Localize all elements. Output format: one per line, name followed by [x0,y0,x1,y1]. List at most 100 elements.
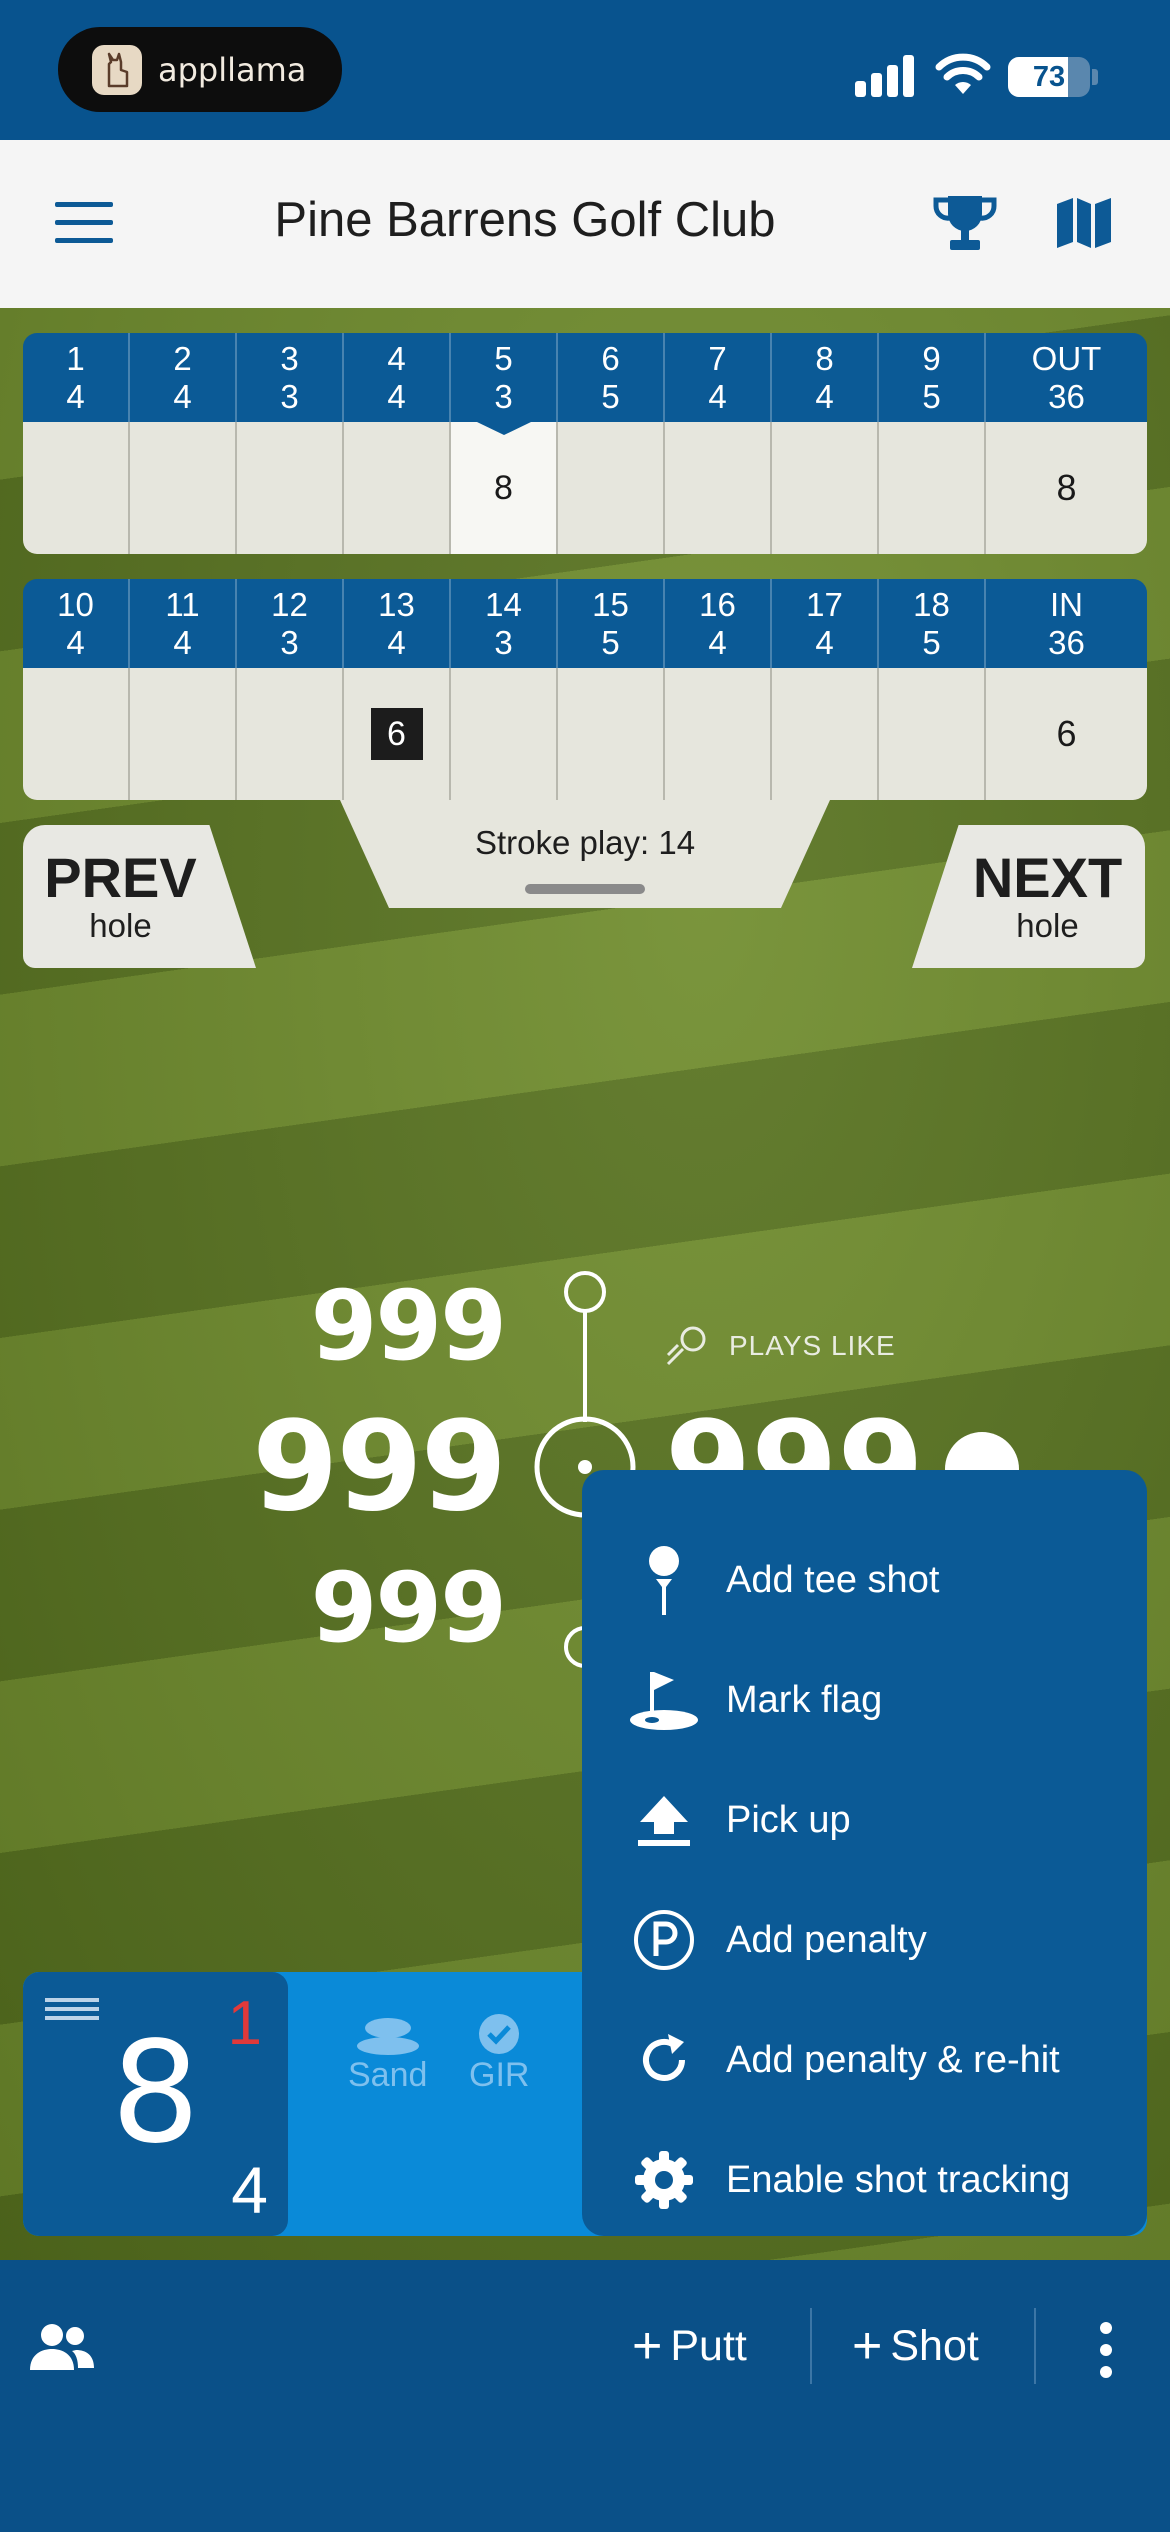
hole-score-cell[interactable] [772,668,879,800]
add-putt-button[interactable]: + Putt [632,2316,747,2376]
sand-label: Sand [348,2056,428,2094]
hole-score-cell[interactable] [23,668,130,800]
menu-item-add-penalty-rehit[interactable]: Add penalty & re-hit [582,2000,1147,2120]
hole-header[interactable]: 33 [237,333,344,422]
scorecard-back-nine: 10 4 11 4 12 3 13 4 14 3 15 5 16 4 17 4 18 5 IN 36… [23,579,1147,800]
hole-header[interactable]: 17 4 [772,579,879,668]
stroke-play-total: Stroke play: 14 [474,824,696,861]
shot-options-menu: Add tee shot Mark flag Pick up Add penal… [582,1470,1147,2236]
rehit-icon [628,2024,700,2096]
hole-score-cell[interactable] [344,422,451,554]
plays-like-indicator: PLAYS LIKE [665,1325,896,1367]
next-label: NEXT [972,845,1123,909]
gir-label: GIR [469,2056,530,2094]
wifi-icon [935,53,991,94]
tee-icon [628,1544,700,1616]
menu-item-mark-flag[interactable]: Mark flag [582,1640,1147,1760]
hole-score-cell[interactable] [772,422,879,554]
hole-header[interactable]: 65 [558,333,665,422]
hole-header[interactable]: 14 3 [451,579,558,668]
hole-header[interactable]: 12 3 [237,579,344,668]
hole-score-cell[interactable] [879,668,986,800]
status-bar: appllama 73 [0,0,1170,140]
out-total-score: 8 [1056,467,1077,508]
hole-score-cell[interactable] [665,668,772,800]
app-name: appllama [158,50,307,89]
gear-icon [628,2144,700,2216]
hole-header[interactable]: 14 [23,333,130,422]
shot-label: Shot [890,2321,979,2370]
current-hole-score-cell[interactable]: 8 [451,422,558,554]
pick-up-icon [628,1784,700,1856]
more-options-icon[interactable] [1100,2322,1116,2388]
add-shot-button[interactable]: + Shot [852,2316,979,2376]
hole-score-summary[interactable]: 1 8 4 [23,1972,288,2236]
hole-score-cell[interactable] [237,422,344,554]
menu-label: Pick up [726,1798,851,1841]
gir-toggle[interactable]: GIR [469,2012,529,2095]
hole-header[interactable]: 11 4 [130,579,237,668]
hole-score-cell[interactable]: 6 [344,668,451,800]
players-icon[interactable] [28,2322,96,2372]
distance-middle: 999 [252,1395,507,1539]
menu-label: Mark flag [726,1678,883,1721]
trophy-icon[interactable] [932,194,998,252]
hole-score-cell[interactable] [665,422,772,554]
sand-bunker-icon [356,2018,419,2055]
menu-item-pick-up[interactable]: Pick up [582,1760,1147,1880]
hole-header[interactable]: 95 [879,333,986,422]
distance-front: 999 [310,1552,507,1664]
flag-icon [628,1664,700,1736]
menu-label: Add tee shot [726,1558,940,1601]
hole-header[interactable]: 16 4 [665,579,772,668]
penalty-icon [628,1904,700,1976]
divider [1034,2308,1036,2384]
battery-percent: 73 [1032,60,1066,93]
hole-header[interactable]: 53 [451,333,558,422]
sand-toggle[interactable]: Sand [348,2012,427,2095]
hole-header[interactable]: 15 5 [558,579,665,668]
hole-header[interactable]: 74 [665,333,772,422]
hole-header[interactable]: 10 4 [23,579,130,668]
battery-tip [1092,69,1098,85]
prev-sublabel: hole [89,906,152,944]
menu-item-add-penalty[interactable]: Add penalty [582,1880,1147,2000]
course-title: Pine Barrens Golf Club [274,193,776,247]
divider [810,2308,812,2384]
hole-header[interactable]: 18 5 [879,579,986,668]
bottom-action-bar: + Putt + Shot [0,2260,1170,2532]
hole-score-cell[interactable] [237,668,344,800]
course-map-icon[interactable] [1055,196,1113,250]
prev-label: PREV [44,845,197,909]
putt-label: Putt [670,2321,747,2370]
drag-handle[interactable] [525,884,645,894]
in-total-header: IN 36 [1048,585,1085,661]
scorecard-front-nine: 14 24 33 44 53 65 74 84 95 OUT 36 8 8 [23,333,1147,554]
hole-header[interactable]: 44 [344,333,451,422]
hole-score-cell[interactable] [558,668,665,800]
hole-score-cell[interactable] [879,422,986,554]
menu-item-add-tee-shot[interactable]: Add tee shot [582,1520,1147,1640]
hole-score-cell[interactable] [558,422,665,554]
hole-score-cell[interactable] [130,422,237,554]
stroke-play-tab[interactable]: Stroke play: 14 [340,800,830,908]
hole-header[interactable]: 84 [772,333,879,422]
llama-logo-icon [92,44,142,95]
hole-score-cell[interactable] [23,422,130,554]
cellular-signal-icon [855,55,915,97]
battery-icon: 73 [1008,57,1090,97]
hole-score-cell[interactable] [451,668,558,800]
hole-par: 4 [231,2153,268,2227]
golf-ball-motion-icon [666,1326,706,1366]
app-header: Pine Barrens Golf Club [0,140,1170,308]
plays-like-label: PLAYS LIKE [729,1330,896,1361]
out-total-header: OUT 36 [1031,339,1102,415]
hole-header[interactable]: 24 [130,333,237,422]
menu-label: Add penalty & re-hit [726,2038,1060,2081]
hole-score-cell[interactable] [130,668,237,800]
app-indicator-pill[interactable]: appllama [58,27,342,112]
hole-strokes: 8 [110,2012,201,2175]
hole-header[interactable]: 13 4 [344,579,451,668]
double-bogey-score-box: 6 [370,708,423,760]
menu-item-enable-shot-tracking[interactable]: Enable shot tracking [582,2120,1147,2240]
